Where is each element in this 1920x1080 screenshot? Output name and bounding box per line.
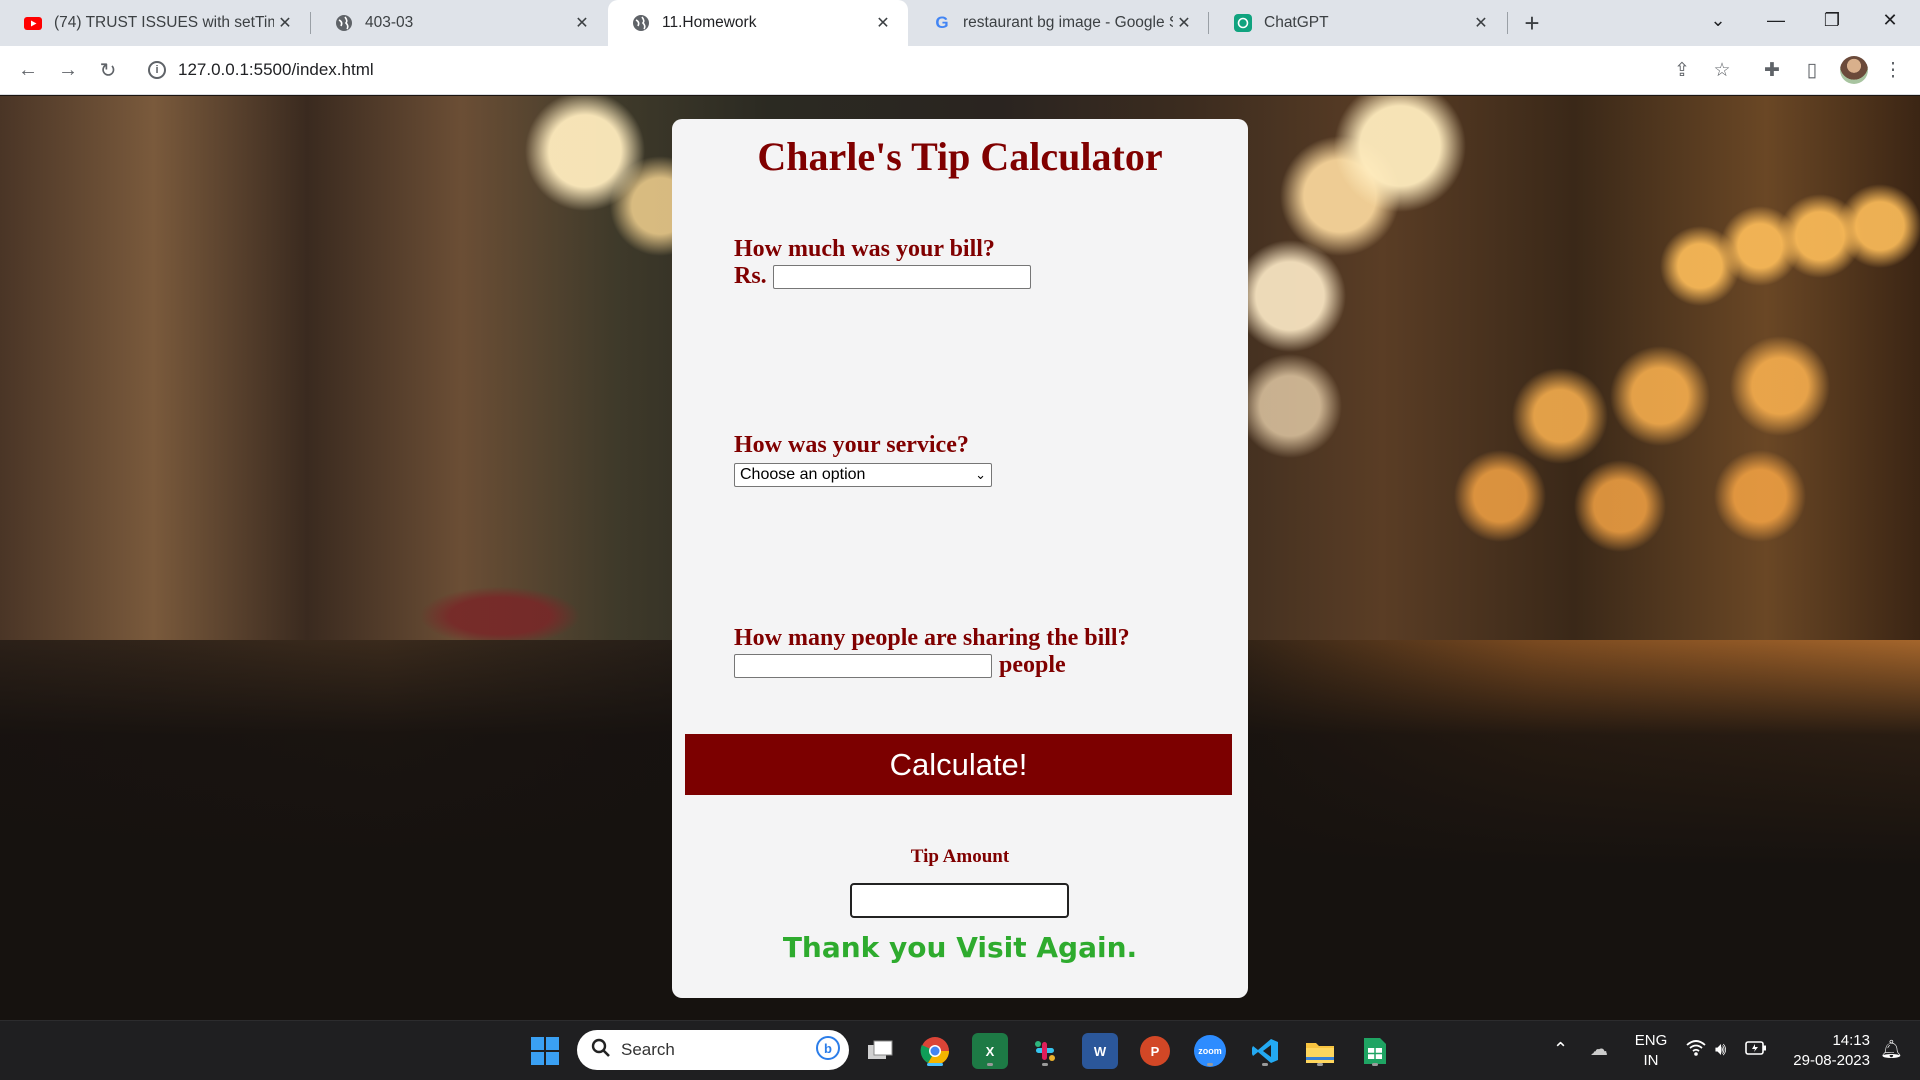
share-icon[interactable]: ⇪ — [1667, 55, 1697, 85]
url-text: 127.0.0.1:5500/index.html — [178, 60, 374, 79]
site-info-icon[interactable]: i — [148, 61, 166, 79]
tab-403-03[interactable]: 403-03 ✕ — [311, 0, 607, 46]
calculate-label: Calculate! — [889, 746, 1028, 782]
youtube-icon — [24, 14, 42, 32]
tip-calculator-card: Charle's Tip Calculator How much was you… — [672, 119, 1248, 998]
notifications-icon[interactable]: 🔔︎ — [1880, 1039, 1903, 1060]
clock[interactable]: 14:13 29-08-2023 — [1780, 1021, 1870, 1080]
currency-label: Rs. — [734, 263, 767, 289]
tab-title: restaurant bg image - Google Se — [963, 14, 1173, 31]
bookmark-star-icon[interactable]: ☆ — [1707, 55, 1737, 85]
vscode-icon[interactable] — [1247, 1033, 1283, 1069]
chevron-down-icon: ⌄ — [975, 467, 986, 482]
chatgpt-icon — [1234, 14, 1252, 32]
minimize-button[interactable]: — — [1748, 0, 1804, 40]
close-tab-icon[interactable]: ✕ — [1173, 12, 1195, 34]
clock-date: 29-08-2023 — [1793, 1052, 1870, 1069]
tab-chatgpt[interactable]: ChatGPT ✕ — [1210, 0, 1506, 46]
browser-tab-strip: (74) TRUST ISSUES with setTimeo ✕ 403-03… — [0, 0, 1920, 46]
zoom-icon[interactable]: zoom — [1192, 1033, 1228, 1069]
language-code: ENG — [1634, 1032, 1668, 1049]
side-panel-icon[interactable]: ▯ — [1797, 55, 1827, 85]
forward-button[interactable]: → — [52, 54, 84, 86]
search-label: Search — [621, 1040, 675, 1059]
thank-you-message: Thank you Visit Again. — [782, 931, 1138, 964]
people-row: people — [734, 652, 1066, 679]
service-question: How was your service? — [734, 432, 969, 458]
bing-icon[interactable]: b — [815, 1035, 841, 1066]
bill-input[interactable] — [772, 264, 1031, 289]
taskbar-search[interactable]: Search b — [577, 1030, 849, 1070]
tab-search-icon[interactable]: ⌄ — [1690, 0, 1746, 40]
close-tab-icon[interactable]: ✕ — [1470, 12, 1492, 34]
service-selected-value: Choose an option — [740, 466, 866, 483]
sheets-icon[interactable] — [1357, 1033, 1393, 1069]
back-button[interactable]: ← — [12, 54, 44, 86]
slack-icon[interactable] — [1027, 1033, 1063, 1069]
tab-youtube[interactable]: (74) TRUST ISSUES with setTimeo ✕ — [0, 0, 310, 46]
word-icon[interactable]: W — [1082, 1033, 1118, 1069]
restore-button[interactable]: ❐ — [1804, 0, 1860, 40]
wifi-icon[interactable] — [1686, 1039, 1706, 1062]
bill-question: How much was your bill? — [734, 236, 995, 262]
file-explorer-icon[interactable] — [1302, 1033, 1338, 1069]
tab-title: 403-03 — [365, 14, 414, 31]
tab-google-search[interactable]: G restaurant bg image - Google Se ✕ — [909, 0, 1209, 46]
globe-icon — [335, 14, 353, 32]
tab-separator — [1507, 12, 1508, 34]
windows-taskbar: Search b X W P zoom ⌃ ☁ ENG IN 🔊︎ 14:13 … — [0, 1020, 1920, 1080]
bill-row: Rs. — [734, 263, 1031, 290]
search-icon — [591, 1038, 611, 1063]
battery-icon[interactable] — [1745, 1039, 1767, 1060]
excel-icon[interactable]: X — [972, 1033, 1008, 1069]
globe-icon — [632, 14, 650, 32]
close-tab-icon[interactable]: ✕ — [571, 12, 593, 34]
menu-dots-icon[interactable]: ⋮ — [1878, 55, 1908, 85]
extensions-icon[interactable]: ✚ — [1757, 55, 1787, 85]
people-question: How many people are sharing the bill? — [734, 625, 1130, 651]
address-bar[interactable]: i 127.0.0.1:5500/index.html — [136, 51, 1708, 89]
new-tab-button[interactable]: + — [1517, 8, 1547, 38]
task-view-icon[interactable] — [862, 1033, 898, 1069]
chevron-up-icon[interactable]: ⌃ — [1553, 1039, 1568, 1060]
tab-separator — [1208, 12, 1209, 34]
close-tab-icon[interactable]: ✕ — [872, 12, 894, 34]
close-tab-icon[interactable]: ✕ — [274, 12, 296, 34]
calculate-button[interactable]: Calculate! — [685, 734, 1232, 795]
service-select[interactable]: Choose an option ⌄ — [734, 463, 992, 487]
clock-time: 14:13 — [1832, 1032, 1870, 1049]
tip-amount-label: Tip Amount — [910, 846, 1010, 867]
profile-avatar[interactable] — [1840, 56, 1868, 84]
powerpoint-icon[interactable]: P — [1137, 1033, 1173, 1069]
browser-toolbar: ← → ↻ i 127.0.0.1:5500/index.html ⇪ ☆ ✚ … — [0, 46, 1920, 95]
windows-start-icon[interactable] — [527, 1033, 563, 1069]
reload-button[interactable]: ↻ — [92, 54, 124, 86]
google-icon: G — [935, 13, 949, 32]
svg-text:b: b — [824, 1041, 832, 1056]
tab-homework[interactable]: 11.Homework ✕ — [608, 0, 908, 46]
close-window-button[interactable]: ✕ — [1862, 0, 1918, 40]
page-viewport: Charle's Tip Calculator How much was you… — [0, 96, 1920, 1020]
tab-title: ChatGPT — [1264, 14, 1329, 31]
tab-title: 11.Homework — [662, 14, 757, 31]
people-suffix: people — [999, 652, 1066, 678]
tip-amount-output — [850, 883, 1069, 918]
region-code: IN — [1643, 1052, 1659, 1069]
chrome-taskbar-icon[interactable] — [917, 1033, 953, 1069]
volume-icon[interactable]: 🔊︎ — [1715, 1039, 1726, 1060]
language-indicator[interactable]: ENG IN — [1628, 1021, 1674, 1080]
tab-title: (74) TRUST ISSUES with setTimeo — [54, 14, 274, 31]
onedrive-icon[interactable]: ☁ — [1590, 1039, 1608, 1060]
page-title: Charle's Tip Calculator — [757, 134, 1163, 179]
people-input[interactable] — [734, 653, 992, 678]
